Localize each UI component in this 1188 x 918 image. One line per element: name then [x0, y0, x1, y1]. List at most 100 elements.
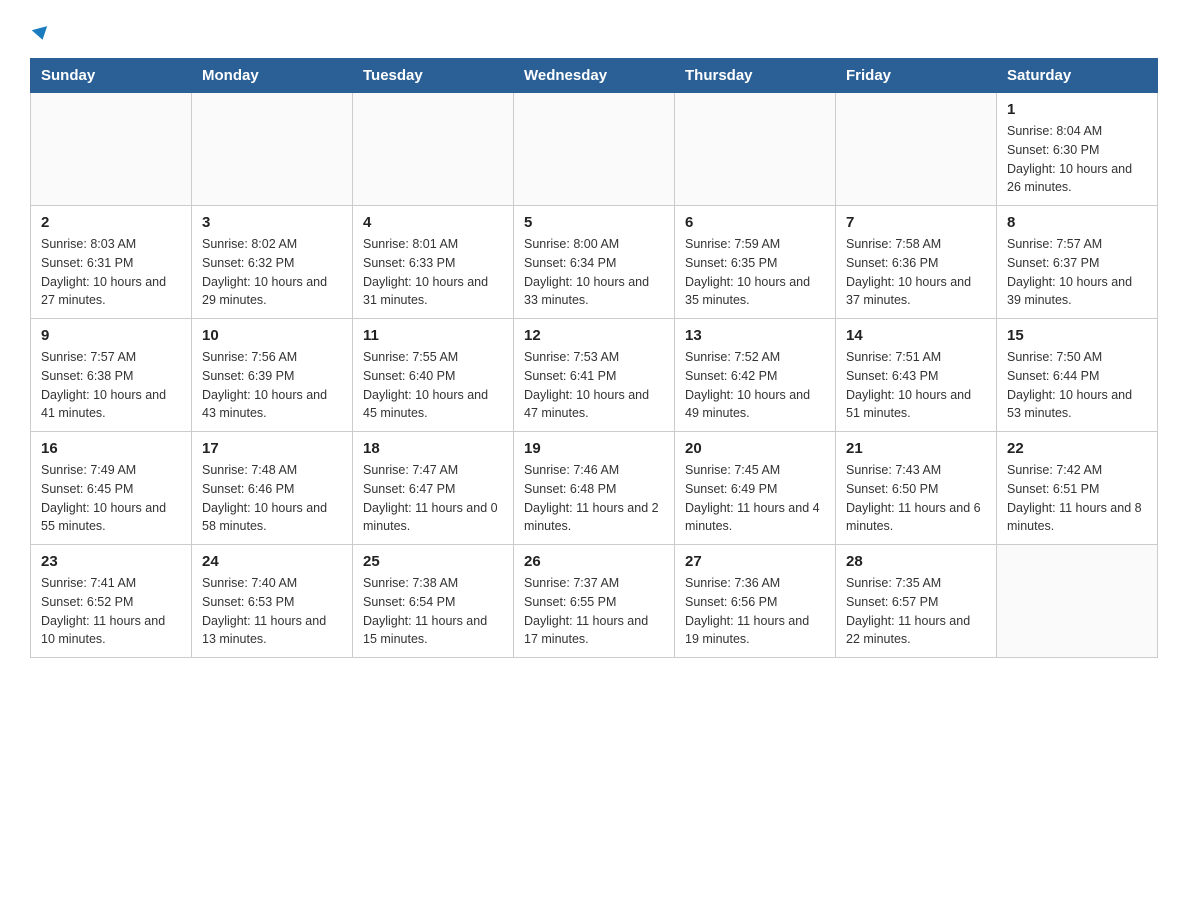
day-number: 24	[202, 553, 342, 570]
calendar-day-cell: 17 Sunrise: 7:48 AM Sunset: 6:46 PM Dayli…	[192, 432, 353, 545]
calendar-day-cell: 22 Sunrise: 7:42 AM Sunset: 6:51 PM Dayli…	[997, 432, 1158, 545]
calendar-day-cell: 13 Sunrise: 7:52 AM Sunset: 6:42 PM Dayli…	[675, 319, 836, 432]
day-info: Sunrise: 7:43 AM Sunset: 6:50 PM Dayligh…	[846, 461, 986, 536]
day-number: 12	[524, 327, 664, 344]
day-info: Sunrise: 8:01 AM Sunset: 6:33 PM Dayligh…	[363, 235, 503, 310]
day-info: Sunrise: 7:45 AM Sunset: 6:49 PM Dayligh…	[685, 461, 825, 536]
calendar-day-cell	[514, 93, 675, 206]
calendar-day-cell: 9Sunrise: 7:57 AM Sunset: 6:38 PM Daylig…	[31, 319, 192, 432]
day-info: Sunrise: 7:36 AM Sunset: 6:56 PM Dayligh…	[685, 574, 825, 649]
calendar-week-row: 2Sunrise: 8:03 AM Sunset: 6:31 PM Daylig…	[31, 206, 1158, 319]
day-info: Sunrise: 7:42 AM Sunset: 6:51 PM Dayligh…	[1007, 461, 1147, 536]
logo	[30, 20, 49, 46]
day-info: Sunrise: 7:50 AM Sunset: 6:44 PM Dayligh…	[1007, 348, 1147, 423]
calendar-day-cell: 10Sunrise: 7:56 AM Sunset: 6:39 PM Dayli…	[192, 319, 353, 432]
day-number: 14	[846, 327, 986, 344]
day-number: 8	[1007, 214, 1147, 231]
day-number: 22	[1007, 440, 1147, 457]
day-info: Sunrise: 8:02 AM Sunset: 6:32 PM Dayligh…	[202, 235, 342, 310]
day-info: Sunrise: 7:49 AM Sunset: 6:45 PM Dayligh…	[41, 461, 181, 536]
day-info: Sunrise: 7:37 AM Sunset: 6:55 PM Dayligh…	[524, 574, 664, 649]
calendar-day-cell: 24 Sunrise: 7:40 AM Sunset: 6:53 PM Dayli…	[192, 545, 353, 658]
calendar-day-cell: 6Sunrise: 7:59 AM Sunset: 6:35 PM Daylig…	[675, 206, 836, 319]
calendar-day-cell: 25 Sunrise: 7:38 AM Sunset: 6:54 PM Dayli…	[353, 545, 514, 658]
day-info: Sunrise: 7:40 AM Sunset: 6:53 PM Dayligh…	[202, 574, 342, 649]
day-info: Sunrise: 7:48 AM Sunset: 6:46 PM Dayligh…	[202, 461, 342, 536]
day-number: 11	[363, 327, 503, 344]
day-number: 10	[202, 327, 342, 344]
day-number: 15	[1007, 327, 1147, 344]
calendar-week-row: 23 Sunrise: 7:41 AM Sunset: 6:52 PM Dayli…	[31, 545, 1158, 658]
calendar-day-cell: 26 Sunrise: 7:37 AM Sunset: 6:55 PM Dayli…	[514, 545, 675, 658]
day-info: Sunrise: 7:46 AM Sunset: 6:48 PM Dayligh…	[524, 461, 664, 536]
calendar-day-cell	[353, 93, 514, 206]
weekday-header-thursday: Thursday	[675, 59, 836, 93]
day-number: 9	[41, 327, 181, 344]
calendar-day-cell: 28Sunrise: 7:35 AM Sunset: 6:57 PM Dayli…	[836, 545, 997, 658]
day-number: 20	[685, 440, 825, 457]
calendar-week-row: 16 Sunrise: 7:49 AM Sunset: 6:45 PM Dayli…	[31, 432, 1158, 545]
calendar-day-cell: 21 Sunrise: 7:43 AM Sunset: 6:50 PM Dayli…	[836, 432, 997, 545]
day-number: 21	[846, 440, 986, 457]
weekday-header-monday: Monday	[192, 59, 353, 93]
day-info: Sunrise: 7:59 AM Sunset: 6:35 PM Dayligh…	[685, 235, 825, 310]
day-info: Sunrise: 7:47 AM Sunset: 6:47 PM Dayligh…	[363, 461, 503, 536]
calendar-day-cell: 5 Sunrise: 8:00 AM Sunset: 6:34 PM Daylig…	[514, 206, 675, 319]
day-number: 4	[363, 214, 503, 231]
calendar-day-cell: 2Sunrise: 8:03 AM Sunset: 6:31 PM Daylig…	[31, 206, 192, 319]
weekday-header-tuesday: Tuesday	[353, 59, 514, 93]
calendar-day-cell: 23 Sunrise: 7:41 AM Sunset: 6:52 PM Dayli…	[31, 545, 192, 658]
day-info: Sunrise: 7:41 AM Sunset: 6:52 PM Dayligh…	[41, 574, 181, 649]
day-info: Sunrise: 7:57 AM Sunset: 6:37 PM Dayligh…	[1007, 235, 1147, 310]
day-number: 1	[1007, 101, 1147, 118]
day-number: 5	[524, 214, 664, 231]
calendar-day-cell: 4 Sunrise: 8:01 AM Sunset: 6:33 PM Daylig…	[353, 206, 514, 319]
day-number: 19	[524, 440, 664, 457]
logo-line1	[30, 20, 49, 46]
day-info: Sunrise: 7:53 AM Sunset: 6:41 PM Dayligh…	[524, 348, 664, 423]
day-number: 7	[846, 214, 986, 231]
calendar-day-cell: 19 Sunrise: 7:46 AM Sunset: 6:48 PM Dayli…	[514, 432, 675, 545]
calendar-body: 1 Sunrise: 8:04 AM Sunset: 6:30 PM Daylig…	[31, 93, 1158, 658]
calendar-day-cell: 8 Sunrise: 7:57 AM Sunset: 6:37 PM Daylig…	[997, 206, 1158, 319]
day-info: Sunrise: 7:52 AM Sunset: 6:42 PM Dayligh…	[685, 348, 825, 423]
weekday-header-friday: Friday	[836, 59, 997, 93]
calendar-day-cell	[675, 93, 836, 206]
day-number: 18	[363, 440, 503, 457]
calendar-day-cell: 20 Sunrise: 7:45 AM Sunset: 6:49 PM Dayli…	[675, 432, 836, 545]
logo-triangle-icon	[32, 26, 51, 42]
calendar-day-cell: 12 Sunrise: 7:53 AM Sunset: 6:41 PM Dayli…	[514, 319, 675, 432]
calendar-week-row: 1 Sunrise: 8:04 AM Sunset: 6:30 PM Daylig…	[31, 93, 1158, 206]
day-info: Sunrise: 8:04 AM Sunset: 6:30 PM Dayligh…	[1007, 122, 1147, 197]
day-number: 16	[41, 440, 181, 457]
day-info: Sunrise: 7:51 AM Sunset: 6:43 PM Dayligh…	[846, 348, 986, 423]
calendar-day-cell	[192, 93, 353, 206]
weekday-header-saturday: Saturday	[997, 59, 1158, 93]
calendar-day-cell: 16 Sunrise: 7:49 AM Sunset: 6:45 PM Dayli…	[31, 432, 192, 545]
weekday-header-wednesday: Wednesday	[514, 59, 675, 93]
day-info: Sunrise: 8:00 AM Sunset: 6:34 PM Dayligh…	[524, 235, 664, 310]
calendar-day-cell: 7Sunrise: 7:58 AM Sunset: 6:36 PM Daylig…	[836, 206, 997, 319]
calendar-day-cell: 18 Sunrise: 7:47 AM Sunset: 6:47 PM Dayli…	[353, 432, 514, 545]
day-number: 2	[41, 214, 181, 231]
day-number: 17	[202, 440, 342, 457]
day-number: 3	[202, 214, 342, 231]
calendar-day-cell: 27 Sunrise: 7:36 AM Sunset: 6:56 PM Dayli…	[675, 545, 836, 658]
day-info: Sunrise: 7:38 AM Sunset: 6:54 PM Dayligh…	[363, 574, 503, 649]
weekday-header-sunday: Sunday	[31, 59, 192, 93]
calendar-header: SundayMondayTuesdayWednesdayThursdayFrid…	[31, 59, 1158, 93]
calendar-week-row: 9Sunrise: 7:57 AM Sunset: 6:38 PM Daylig…	[31, 319, 1158, 432]
day-number: 13	[685, 327, 825, 344]
day-number: 25	[363, 553, 503, 570]
day-number: 23	[41, 553, 181, 570]
calendar-day-cell: 15 Sunrise: 7:50 AM Sunset: 6:44 PM Dayli…	[997, 319, 1158, 432]
day-number: 28	[846, 553, 986, 570]
weekday-header-row: SundayMondayTuesdayWednesdayThursdayFrid…	[31, 59, 1158, 93]
calendar-day-cell	[836, 93, 997, 206]
day-info: Sunrise: 7:55 AM Sunset: 6:40 PM Dayligh…	[363, 348, 503, 423]
page-header	[30, 20, 1158, 46]
day-number: 27	[685, 553, 825, 570]
calendar-day-cell: 3 Sunrise: 8:02 AM Sunset: 6:32 PM Daylig…	[192, 206, 353, 319]
calendar-day-cell	[997, 545, 1158, 658]
day-number: 26	[524, 553, 664, 570]
